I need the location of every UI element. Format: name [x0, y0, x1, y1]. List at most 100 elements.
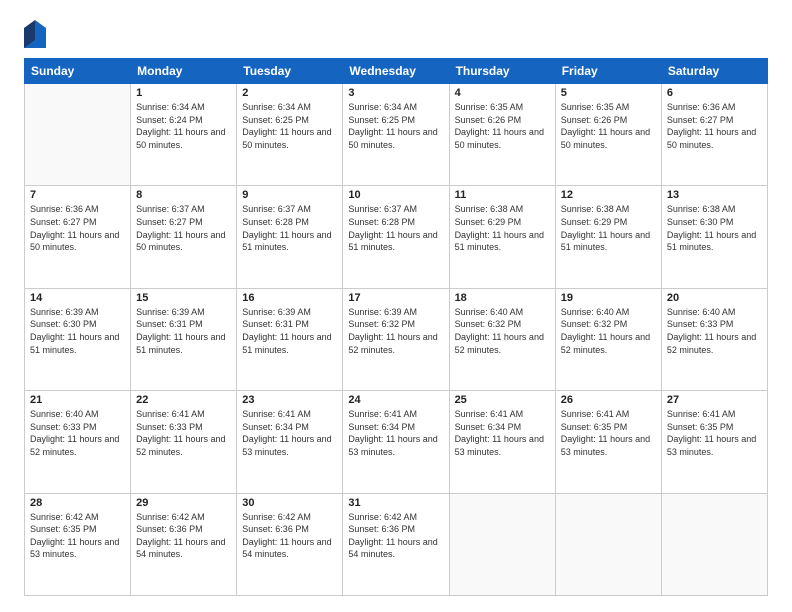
day-cell: 1 Sunrise: 6:34 AMSunset: 6:24 PMDaylight… — [131, 84, 237, 186]
day-cell: 17 Sunrise: 6:39 AMSunset: 6:32 PMDayligh… — [343, 288, 449, 390]
day-number: 30 — [242, 497, 337, 509]
week-row-3: 21Sunrise: 6:40 AMSunset: 6:33 PMDayligh… — [25, 391, 768, 493]
day-cell — [555, 493, 661, 595]
day-detail: Sunrise: 6:42 AMSunset: 6:36 PMDaylight:… — [242, 511, 337, 561]
week-row-2: 14 Sunrise: 6:39 AMSunset: 6:30 PMDayligh… — [25, 288, 768, 390]
day-number: 18 — [455, 292, 550, 304]
week-row-4: 28 Sunrise: 6:42 AMSunset: 6:35 PMDayligh… — [25, 493, 768, 595]
day-detail: Sunrise: 6:35 AMSunset: 6:26 PMDaylight:… — [455, 101, 550, 151]
day-number: 7 — [30, 189, 125, 201]
day-detail: Sunrise: 6:42 AMSunset: 6:36 PMDaylight:… — [348, 511, 443, 561]
day-number: 11 — [455, 189, 550, 201]
day-detail: Sunrise: 6:38 AMSunset: 6:29 PMDaylight:… — [455, 203, 550, 253]
day-number: 14 — [30, 292, 125, 304]
day-number: 1 — [136, 87, 231, 99]
calendar-body: 1 Sunrise: 6:34 AMSunset: 6:24 PMDaylight… — [25, 84, 768, 596]
logo — [24, 20, 50, 48]
day-number: 28 — [30, 497, 125, 509]
day-cell: 28 Sunrise: 6:42 AMSunset: 6:35 PMDayligh… — [25, 493, 131, 595]
day-number: 19 — [561, 292, 656, 304]
header-day-tuesday: Tuesday — [237, 59, 343, 84]
day-cell: 11 Sunrise: 6:38 AMSunset: 6:29 PMDayligh… — [449, 186, 555, 288]
day-detail: Sunrise: 6:41 AMSunset: 6:34 PMDaylight:… — [348, 408, 443, 458]
day-cell — [449, 493, 555, 595]
day-detail: Sunrise: 6:37 AMSunset: 6:28 PMDaylight:… — [348, 203, 443, 253]
day-detail: Sunrise: 6:35 AMSunset: 6:26 PMDaylight:… — [561, 101, 656, 151]
day-cell: 15 Sunrise: 6:39 AMSunset: 6:31 PMDayligh… — [131, 288, 237, 390]
day-cell: 22 Sunrise: 6:41 AMSunset: 6:33 PMDayligh… — [131, 391, 237, 493]
day-cell: 13Sunrise: 6:38 AMSunset: 6:30 PMDayligh… — [661, 186, 767, 288]
day-number: 24 — [348, 394, 443, 406]
day-detail: Sunrise: 6:39 AMSunset: 6:32 PMDaylight:… — [348, 306, 443, 356]
day-detail: Sunrise: 6:42 AMSunset: 6:35 PMDaylight:… — [30, 511, 125, 561]
day-cell: 7 Sunrise: 6:36 AMSunset: 6:27 PMDaylight… — [25, 186, 131, 288]
day-number: 29 — [136, 497, 231, 509]
day-number: 8 — [136, 189, 231, 201]
day-detail: Sunrise: 6:34 AMSunset: 6:24 PMDaylight:… — [136, 101, 231, 151]
day-cell: 31 Sunrise: 6:42 AMSunset: 6:36 PMDayligh… — [343, 493, 449, 595]
day-detail: Sunrise: 6:37 AMSunset: 6:27 PMDaylight:… — [136, 203, 231, 253]
day-number: 15 — [136, 292, 231, 304]
week-row-0: 1 Sunrise: 6:34 AMSunset: 6:24 PMDaylight… — [25, 84, 768, 186]
day-number: 22 — [136, 394, 231, 406]
day-cell: 18Sunrise: 6:40 AMSunset: 6:32 PMDayligh… — [449, 288, 555, 390]
header-day-monday: Monday — [131, 59, 237, 84]
day-number: 6 — [667, 87, 762, 99]
day-cell: 4 Sunrise: 6:35 AMSunset: 6:26 PMDaylight… — [449, 84, 555, 186]
day-cell: 25 Sunrise: 6:41 AMSunset: 6:34 PMDayligh… — [449, 391, 555, 493]
day-number: 9 — [242, 189, 337, 201]
day-cell — [25, 84, 131, 186]
header-row: SundayMondayTuesdayWednesdayThursdayFrid… — [25, 59, 768, 84]
header-day-wednesday: Wednesday — [343, 59, 449, 84]
day-detail: Sunrise: 6:38 AMSunset: 6:29 PMDaylight:… — [561, 203, 656, 253]
header — [24, 20, 768, 48]
day-detail: Sunrise: 6:40 AMSunset: 6:33 PMDaylight:… — [667, 306, 762, 356]
header-day-thursday: Thursday — [449, 59, 555, 84]
day-number: 10 — [348, 189, 443, 201]
calendar-header: SundayMondayTuesdayWednesdayThursdayFrid… — [25, 59, 768, 84]
day-cell: 5 Sunrise: 6:35 AMSunset: 6:26 PMDaylight… — [555, 84, 661, 186]
day-cell: 3Sunrise: 6:34 AMSunset: 6:25 PMDaylight… — [343, 84, 449, 186]
day-detail: Sunrise: 6:41 AMSunset: 6:34 PMDaylight:… — [242, 408, 337, 458]
day-detail: Sunrise: 6:41 AMSunset: 6:35 PMDaylight:… — [667, 408, 762, 458]
day-cell: 30 Sunrise: 6:42 AMSunset: 6:36 PMDayligh… — [237, 493, 343, 595]
day-detail: Sunrise: 6:38 AMSunset: 6:30 PMDaylight:… — [667, 203, 762, 253]
day-detail: Sunrise: 6:34 AMSunset: 6:25 PMDaylight:… — [242, 101, 337, 151]
day-detail: Sunrise: 6:34 AMSunset: 6:25 PMDaylight:… — [348, 101, 443, 151]
day-number: 20 — [667, 292, 762, 304]
day-cell: 21Sunrise: 6:40 AMSunset: 6:33 PMDayligh… — [25, 391, 131, 493]
day-detail: Sunrise: 6:39 AMSunset: 6:31 PMDaylight:… — [136, 306, 231, 356]
day-number: 17 — [348, 292, 443, 304]
day-cell: 20 Sunrise: 6:40 AMSunset: 6:33 PMDayligh… — [661, 288, 767, 390]
day-detail: Sunrise: 6:41 AMSunset: 6:33 PMDaylight:… — [136, 408, 231, 458]
day-cell: 16Sunrise: 6:39 AMSunset: 6:31 PMDayligh… — [237, 288, 343, 390]
day-cell: 29 Sunrise: 6:42 AMSunset: 6:36 PMDayligh… — [131, 493, 237, 595]
day-detail: Sunrise: 6:40 AMSunset: 6:33 PMDaylight:… — [30, 408, 125, 458]
logo-icon — [24, 20, 46, 48]
day-detail: Sunrise: 6:41 AMSunset: 6:34 PMDaylight:… — [455, 408, 550, 458]
day-cell: 26Sunrise: 6:41 AMSunset: 6:35 PMDayligh… — [555, 391, 661, 493]
header-day-friday: Friday — [555, 59, 661, 84]
day-cell — [661, 493, 767, 595]
day-detail: Sunrise: 6:39 AMSunset: 6:30 PMDaylight:… — [30, 306, 125, 356]
day-cell: 6Sunrise: 6:36 AMSunset: 6:27 PMDaylight… — [661, 84, 767, 186]
day-cell: 14 Sunrise: 6:39 AMSunset: 6:30 PMDayligh… — [25, 288, 131, 390]
day-number: 2 — [242, 87, 337, 99]
day-number: 4 — [455, 87, 550, 99]
day-number: 27 — [667, 394, 762, 406]
day-number: 23 — [242, 394, 337, 406]
day-cell: 27 Sunrise: 6:41 AMSunset: 6:35 PMDayligh… — [661, 391, 767, 493]
day-detail: Sunrise: 6:36 AMSunset: 6:27 PMDaylight:… — [30, 203, 125, 253]
day-cell: 24 Sunrise: 6:41 AMSunset: 6:34 PMDayligh… — [343, 391, 449, 493]
page: SundayMondayTuesdayWednesdayThursdayFrid… — [0, 0, 792, 612]
day-number: 25 — [455, 394, 550, 406]
day-number: 12 — [561, 189, 656, 201]
header-day-sunday: Sunday — [25, 59, 131, 84]
day-number: 31 — [348, 497, 443, 509]
day-cell: 19Sunrise: 6:40 AMSunset: 6:32 PMDayligh… — [555, 288, 661, 390]
day-detail: Sunrise: 6:42 AMSunset: 6:36 PMDaylight:… — [136, 511, 231, 561]
day-cell: 9 Sunrise: 6:37 AMSunset: 6:28 PMDaylight… — [237, 186, 343, 288]
day-detail: Sunrise: 6:37 AMSunset: 6:28 PMDaylight:… — [242, 203, 337, 253]
day-number: 26 — [561, 394, 656, 406]
day-number: 5 — [561, 87, 656, 99]
